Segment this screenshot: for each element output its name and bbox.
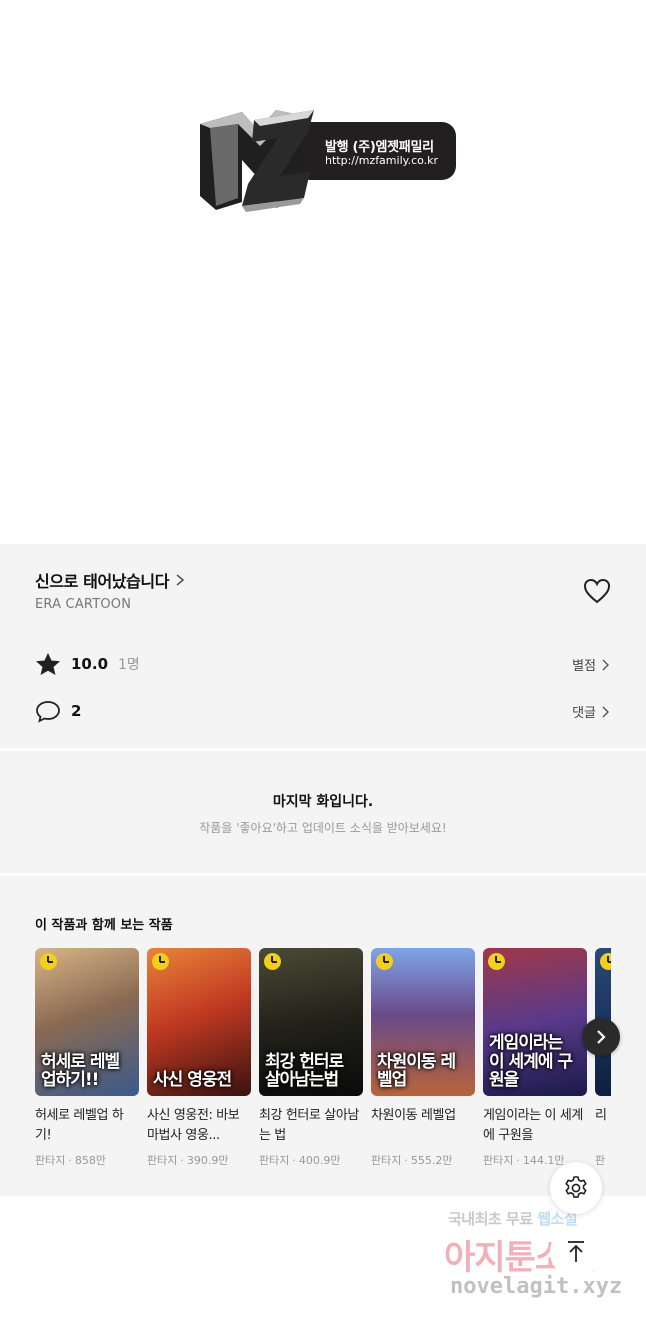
work-info-card: 신으로 태어났습니다 ERA CARTOON 10.0 1명 별점 2 댓글	[0, 544, 646, 748]
recommendation-item[interactable]: 게임이라는 이 세계에 구원을 게임이라는 이 세계에 구원을 판타지 · 144.…	[483, 948, 587, 1168]
chevron-right-icon	[602, 706, 609, 717]
section-divider	[0, 873, 646, 876]
recommendation-genre: 판타지	[259, 1154, 290, 1167]
recommendation-meta: 판타지 · 390.9만	[147, 1154, 229, 1167]
cover-title: 허세로 레벨업하기!!	[41, 1051, 120, 1091]
recommendation-title: 리	[595, 1108, 607, 1123]
publisher-banner: 발행 (주)엠젯패밀리 http://mzfamily.co.kr	[0, 0, 646, 544]
recommendation-cover: 사신 영웅전	[147, 948, 251, 1096]
recommendation-views: 858만	[74, 1154, 106, 1167]
work-info-panel: 신으로 태어났습니다 ERA CARTOON 10.0 1명 별점 2 댓글 마…	[0, 544, 646, 1196]
recommendation-views: 390.9만	[186, 1154, 229, 1167]
recommendation-meta: 판타지 · 858만	[35, 1154, 106, 1167]
comment-count: 2	[71, 702, 82, 720]
comment-link-label: 댓글	[572, 706, 596, 721]
publisher-name: 발행 (주)엠젯패밀리	[325, 140, 434, 155]
recommendation-item[interactable]: 최강 헌터로 살아남는법 최강 헌터로 살아남는 법 판타지 · 400.9만	[259, 948, 363, 1168]
rating-link[interactable]: 별점	[572, 655, 609, 674]
rating-row: 10.0 1명	[35, 652, 140, 676]
last-episode-subtitle: 작품을 '좋아요'하고 업데이트 소식을 받아보세요!	[199, 821, 447, 835]
recommendation-meta: 판타지 · 555.2만	[371, 1154, 453, 1167]
arrow-up-icon	[568, 1241, 584, 1262]
rating-value: 10.0	[71, 655, 109, 673]
heart-icon[interactable]	[583, 578, 611, 604]
comment-link[interactable]: 댓글	[572, 702, 609, 721]
gear-icon	[565, 1176, 587, 1198]
clock-icon	[264, 953, 281, 970]
clock-icon	[40, 953, 57, 970]
work-title-link[interactable]: 신으로 태어났습니다	[35, 568, 185, 592]
recommendations-heading: 이 작품과 함께 보는 작품	[35, 918, 173, 933]
work-author: ERA CARTOON	[35, 597, 132, 612]
recommendation-views: 144.1만	[522, 1154, 565, 1167]
recommendation-title: 차원이동 레벨업	[371, 1108, 456, 1123]
cover-title: 차원이동 레벨업	[377, 1051, 456, 1091]
recommendation-title: 게임이라는 이 세계에 구원을	[483, 1108, 583, 1143]
clock-icon	[152, 953, 169, 970]
recommendation-meta: 판	[595, 1152, 611, 1168]
recommendation-genre: 판타지	[371, 1154, 402, 1167]
recommendation-genre: 판타지	[147, 1154, 178, 1167]
recommendation-meta: 판타지 · 400.9만	[259, 1154, 341, 1167]
work-title: 신으로 태어났습니다	[35, 572, 170, 591]
recommendation-genre: 판	[595, 1154, 606, 1167]
watermark-tagline-a: 국내최초 무료	[448, 1210, 538, 1228]
recommendation-genre: 판타지	[483, 1154, 514, 1167]
site-watermark: 국내최초 무료 웹소설 아지툰소설 novelagit.xyz	[440, 1204, 630, 1312]
last-episode-title: 마지막 화입니다.	[272, 794, 374, 810]
recommendation-cover: 최강 헌터로 살아남는법	[259, 948, 363, 1096]
clock-icon	[488, 953, 505, 970]
cover-title: 사신 영웅전	[153, 1070, 232, 1091]
recommendation-genre: 판타지	[35, 1154, 66, 1167]
rating-link-label: 별점	[572, 659, 596, 674]
comment-icon	[36, 701, 60, 723]
recommendation-views: 400.9만	[298, 1154, 341, 1167]
recommendation-title: 사신 영웅전: 바보 마법사 영웅...	[147, 1108, 240, 1143]
recommendation-item[interactable]: 사신 영웅전 사신 영웅전: 바보 마법사 영웅... 판타지 · 390.9만	[147, 948, 251, 1168]
settings-button[interactable]	[550, 1162, 602, 1214]
last-episode-card: 마지막 화입니다. 작품을 '좋아요'하고 업데이트 소식을 받아보세요!	[0, 751, 646, 873]
comment-row: 2	[35, 699, 81, 723]
star-icon	[36, 653, 60, 675]
chevron-right-icon	[176, 574, 185, 586]
watermark-url: novelagit.xyz	[450, 1274, 623, 1299]
publisher-url: http://mzfamily.co.kr	[325, 154, 439, 167]
cover-title: 게임이라는 이 세계에 구원을	[489, 1032, 573, 1091]
recommendation-cover: 허세로 레벨업하기!!	[35, 948, 139, 1096]
recommendation-cover: 차원이동 레벨업	[371, 948, 475, 1096]
recommendation-cover: 게임이라는 이 세계에 구원을	[483, 948, 587, 1096]
rating-count: 1명	[118, 657, 140, 673]
recommendation-views: 555.2만	[410, 1154, 453, 1167]
recommendation-item[interactable]: 허세로 레벨업하기!! 허세로 레벨업 하기! 판타지 · 858만	[35, 948, 139, 1168]
carousel-next-button[interactable]	[582, 1018, 620, 1056]
recommendation-title: 허세로 레벨업 하기!	[35, 1108, 124, 1143]
recommendation-item[interactable]: 리 판	[595, 948, 611, 1168]
recommendations-carousel[interactable]: 허세로 레벨업하기!! 허세로 레벨업 하기! 판타지 · 858만 사신 영웅전 …	[35, 948, 611, 1188]
clock-icon	[376, 953, 393, 970]
cover-title: 최강 헌터로 살아남는법	[265, 1051, 344, 1091]
publisher-logo: 발행 (주)엠젯패밀리 http://mzfamily.co.kr	[196, 106, 460, 214]
recommendation-title: 최강 헌터로 살아남는 법	[259, 1108, 359, 1143]
clock-icon	[600, 953, 611, 970]
watermark-tagline: 국내최초 무료 웹소설	[448, 1208, 578, 1229]
scroll-top-button[interactable]	[550, 1226, 602, 1278]
recommendation-item[interactable]: 차원이동 레벨업 차원이동 레벨업 판타지 · 555.2만	[371, 948, 475, 1168]
chevron-right-icon	[602, 659, 609, 670]
chevron-right-icon	[597, 1030, 606, 1044]
